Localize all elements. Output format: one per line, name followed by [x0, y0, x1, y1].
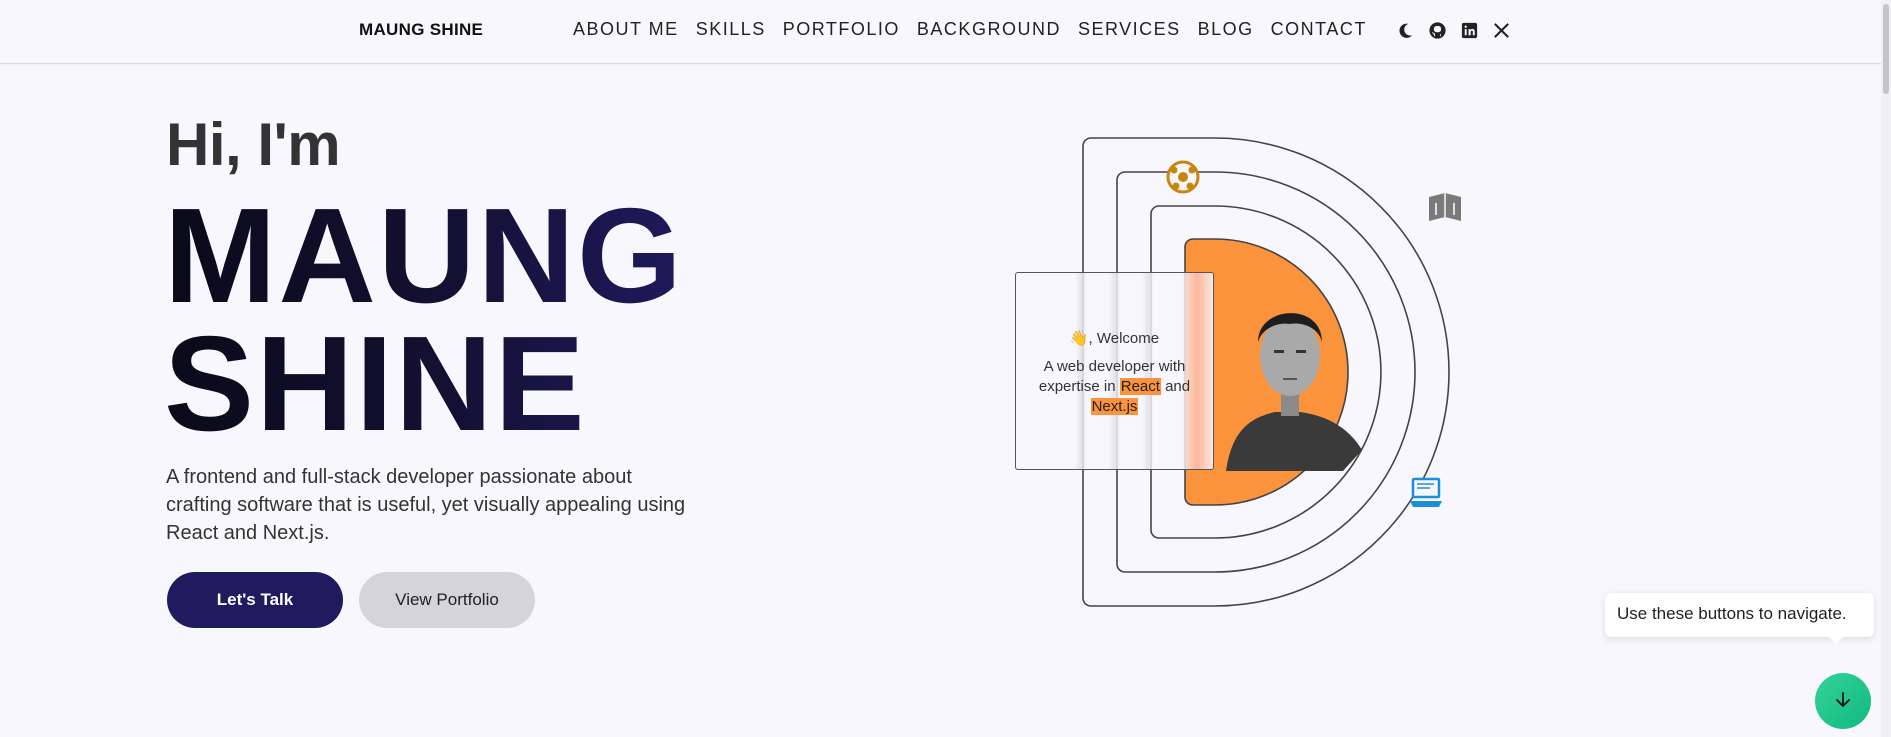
hero-greeting: Hi, I'm — [166, 111, 341, 178]
book-icon — [1429, 193, 1461, 221]
hero-tagline: A frontend and full-stack developer pass… — [166, 466, 686, 544]
header-icons — [1396, 21, 1511, 40]
linkedin-icon[interactable] — [1460, 21, 1479, 40]
nav-portfolio[interactable]: PORTFOLIO — [783, 19, 900, 40]
welcome-title: 👋, Welcome — [1069, 330, 1160, 347]
view-portfolio-button[interactable]: View Portfolio — [359, 572, 535, 628]
hero-name-line2: SHINE — [164, 308, 587, 459]
nav-blog[interactable]: BLOG — [1198, 19, 1254, 40]
highlight-react: React — [1119, 378, 1161, 395]
main-nav: ABOUT ME SKILLS PORTFOLIO BACKGROUND SER… — [573, 19, 1384, 40]
moon-icon[interactable] — [1396, 21, 1415, 40]
brand-logo[interactable]: MAUNG SHINE — [359, 20, 483, 40]
arrow-down-icon — [1833, 690, 1853, 713]
welcome-text: A web developer with expertise in React … — [1038, 358, 1191, 415]
nav-contact[interactable]: CONTACT — [1271, 19, 1367, 40]
hero-name-line1: MAUNG — [164, 180, 684, 331]
lets-talk-button[interactable]: Let's Talk — [167, 572, 343, 628]
nav-background[interactable]: BACKGROUND — [917, 19, 1061, 40]
nav-skills[interactable]: SKILLS — [696, 19, 766, 40]
page-scrollbar[interactable] — [1881, 0, 1891, 737]
nav-about-me[interactable]: ABOUT ME — [573, 19, 679, 40]
scroll-down-button[interactable] — [1815, 673, 1871, 729]
github-icon[interactable] — [1428, 21, 1447, 40]
hero-name: MAUNG SHINE — [164, 192, 684, 448]
highlight-nextjs: Next.js — [1090, 398, 1139, 415]
tooltip-arrow — [1828, 636, 1844, 644]
top-navbar: MAUNG SHINE ABOUT ME SKILLS PORTFOLIO BA… — [0, 0, 1891, 64]
nav-services[interactable]: SERVICES — [1078, 19, 1181, 40]
x-icon[interactable] — [1492, 21, 1511, 40]
laptop-icon — [1410, 477, 1442, 507]
navigation-tooltip: Use these buttons to navigate. — [1605, 593, 1874, 637]
soccer-ball-icon — [1166, 160, 1200, 194]
welcome-card: 👋, Welcome A web developer with expertis… — [1015, 272, 1214, 470]
